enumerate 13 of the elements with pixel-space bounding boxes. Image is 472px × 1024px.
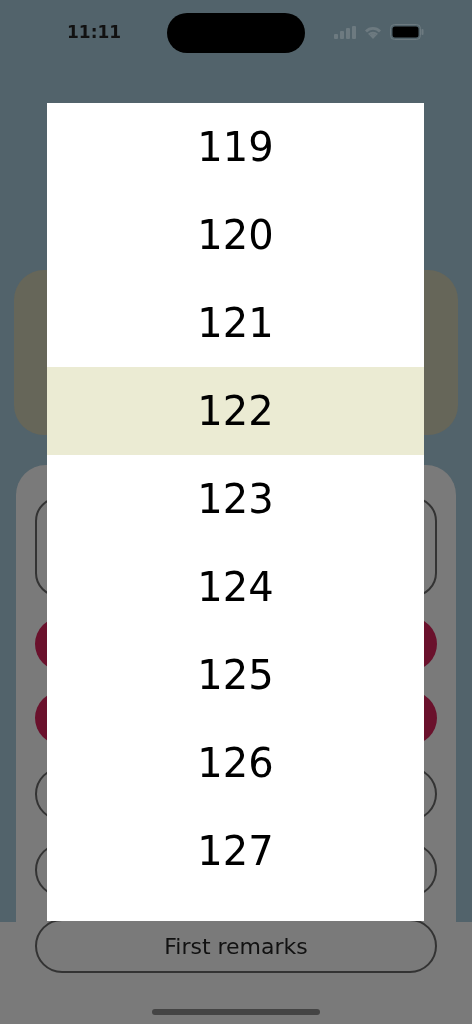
picker-option[interactable]: 125 [47, 631, 424, 719]
picker-option[interactable]: 121 [47, 279, 424, 367]
picker-option[interactable]: 122 [47, 367, 424, 455]
picker-option[interactable]: 126 [47, 719, 424, 807]
picker-option[interactable]: 120 [47, 191, 424, 279]
wifi-icon [363, 25, 383, 39]
signal-icon [334, 25, 356, 39]
picker-option[interactable]: 127 [47, 807, 424, 895]
picker-option[interactable]: 119 [47, 103, 424, 191]
battery-icon [390, 24, 424, 40]
picker-option[interactable]: 123 [47, 455, 424, 543]
status-time: 11:11 [67, 22, 122, 42]
picker-option[interactable]: 124 [47, 543, 424, 631]
